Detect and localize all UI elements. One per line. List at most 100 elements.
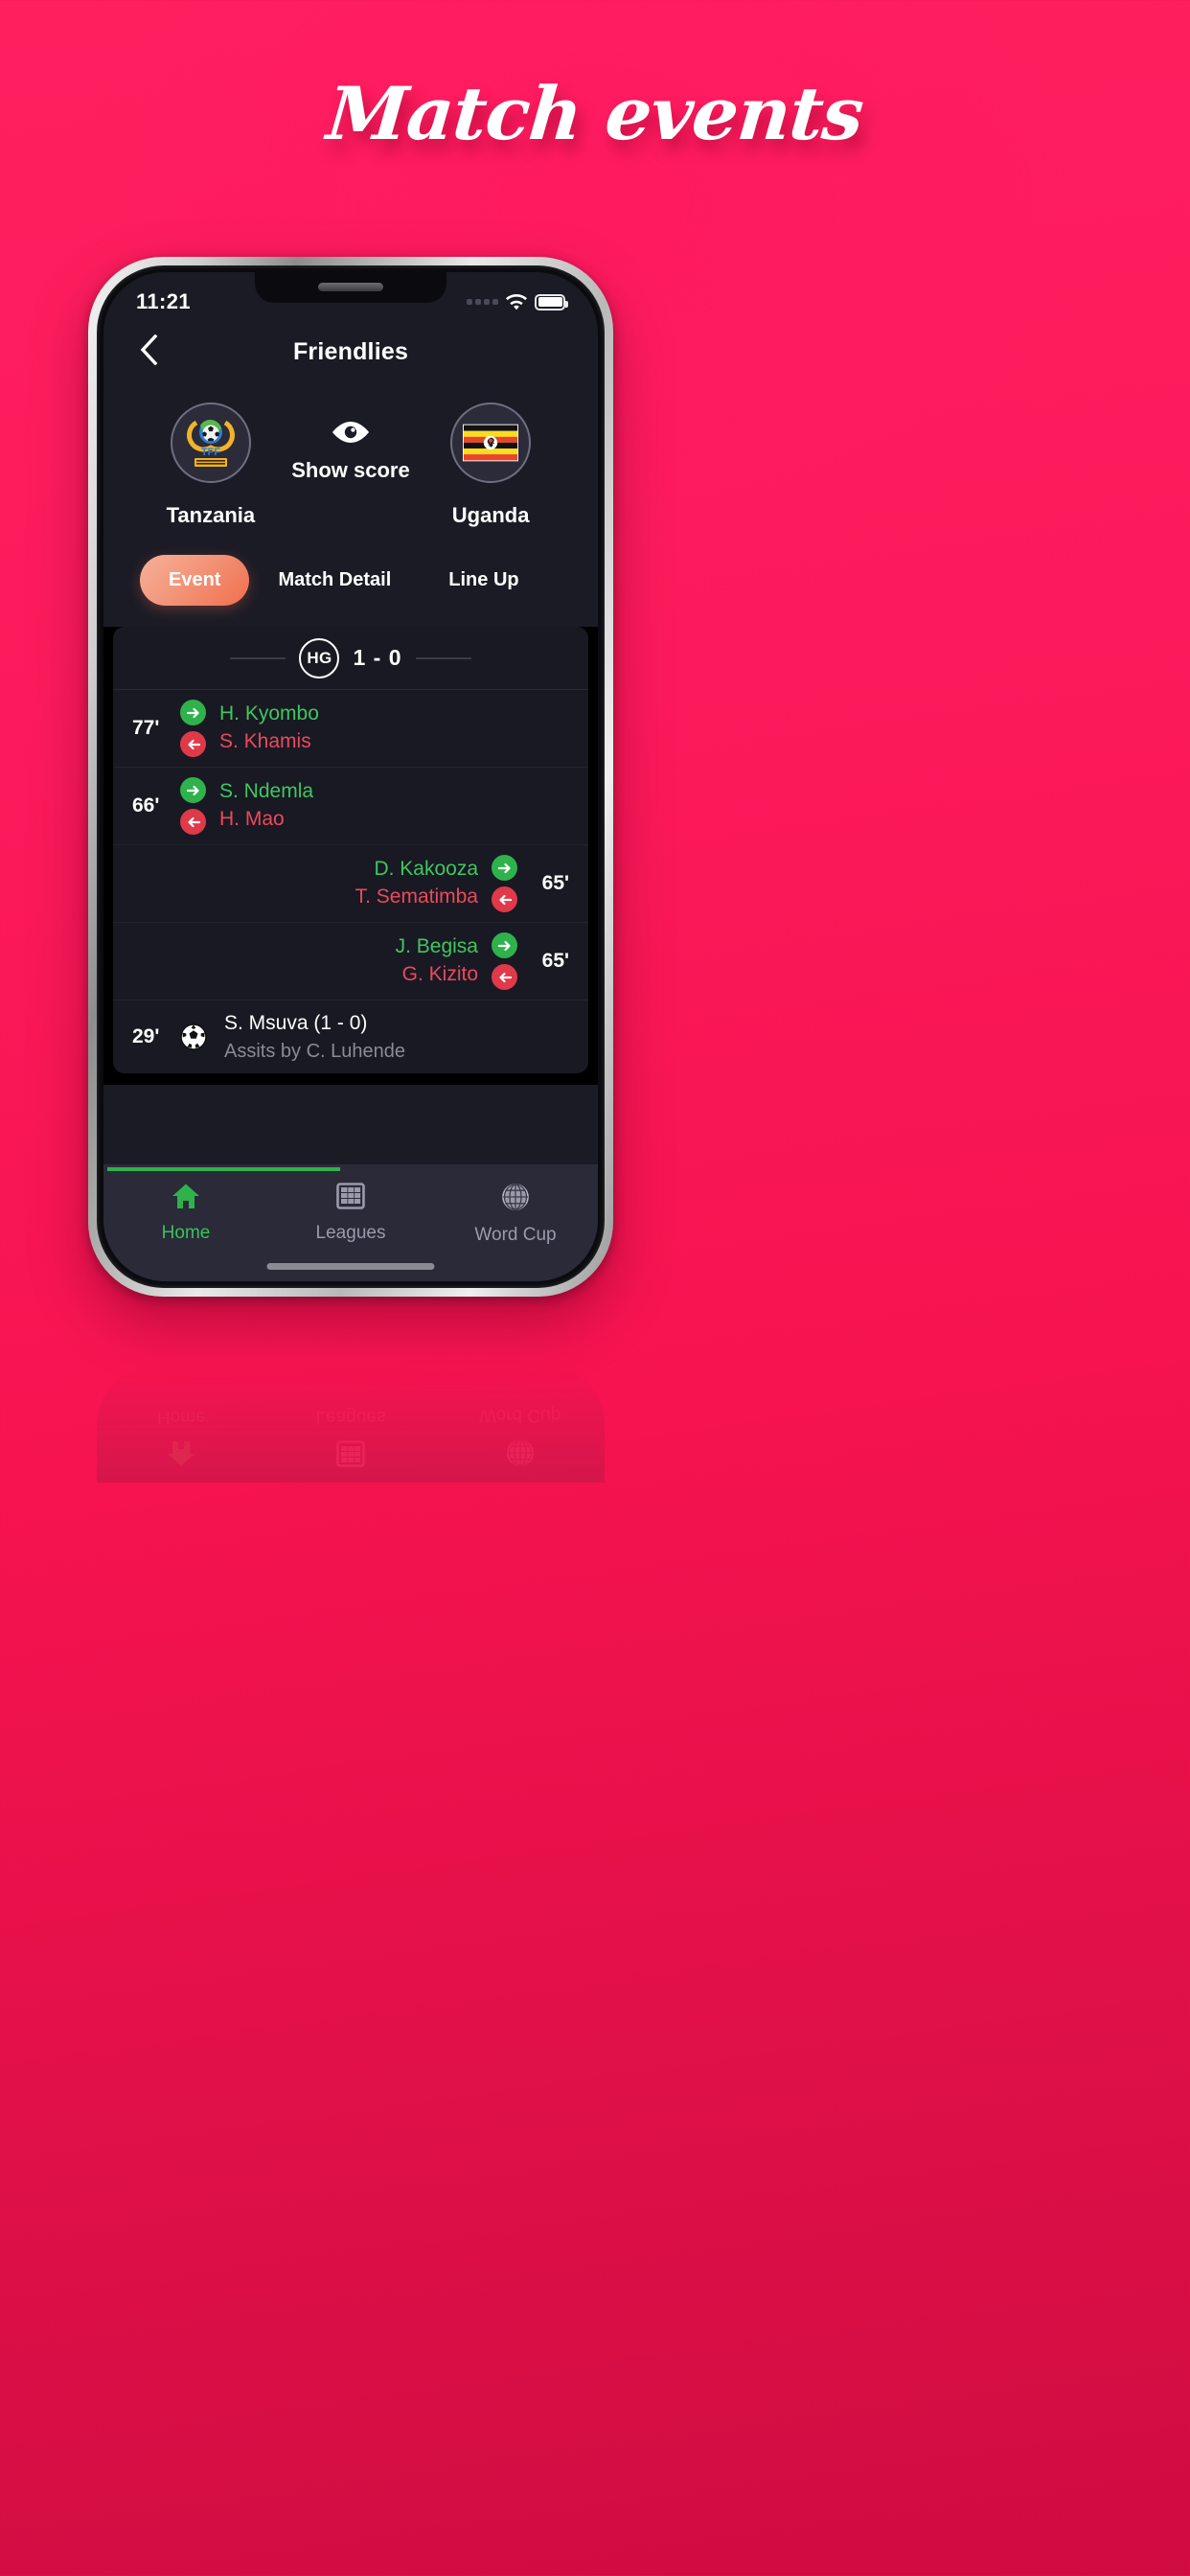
score-value: 1 - 0 bbox=[353, 645, 402, 670]
event-minute: 66' bbox=[132, 794, 160, 816]
event-players: J. Begisa G. Kizito bbox=[396, 935, 478, 987]
wifi-icon bbox=[506, 293, 527, 310]
player-out-name: T. Sematimba bbox=[355, 886, 478, 908]
reflection-nav-item-home: Home bbox=[97, 1366, 266, 1467]
score-divider-left bbox=[230, 656, 286, 659]
globe-icon bbox=[501, 1183, 530, 1216]
battery-full-icon bbox=[535, 293, 568, 310]
reflection-nav-item-leagues: Leagues bbox=[266, 1366, 436, 1467]
phone-screen: 11:21 Friendlies TFF Tanzania Show score… bbox=[103, 272, 598, 1281]
home-icon bbox=[172, 1183, 200, 1214]
status-bar-icons bbox=[467, 293, 568, 310]
table-row[interactable]: 29' S. Msuva (1 - 0) Assits by C. Luhend… bbox=[113, 1000, 588, 1073]
status-badge: HG bbox=[299, 637, 340, 678]
table-row[interactable]: D. Kakooza T. Sematimba 65' bbox=[113, 845, 588, 923]
goal-text: S. Msuva (1 - 0) Assits by C. Luhende bbox=[224, 1010, 405, 1063]
goal-assist: Assits by C. Luhende bbox=[224, 1040, 405, 1062]
table-row[interactable]: 66' S. Ndemla H. Mao bbox=[113, 768, 588, 845]
reflection-nav: Home Leagues Word Cup bbox=[97, 1366, 605, 1483]
player-in-name: H. Kyombo bbox=[219, 702, 319, 725]
player-out-name: S. Khamis bbox=[219, 730, 311, 752]
event-players: H. Kyombo S. Khamis bbox=[219, 702, 319, 754]
home-icon bbox=[167, 1436, 195, 1467]
table-row[interactable]: 77' H. Kyombo S. Khamis bbox=[113, 690, 588, 768]
nav-item-home[interactable]: Home bbox=[103, 1183, 268, 1281]
svg-text:TFF: TFF bbox=[201, 447, 220, 458]
event-body: J. Begisa G. Kizito bbox=[396, 932, 517, 990]
arrow-left-circle-icon bbox=[492, 964, 517, 990]
globe-icon bbox=[506, 1434, 535, 1467]
tab-line-up[interactable]: Line Up bbox=[420, 555, 547, 606]
event-minute: 77' bbox=[132, 717, 160, 739]
nav-label-leagues: Leagues bbox=[315, 1223, 386, 1243]
eye-icon bbox=[272, 420, 430, 449]
reflection-nav-item-word-cup: Word Cup bbox=[435, 1366, 605, 1467]
nav-label-home: Home bbox=[161, 1223, 211, 1243]
phone-reflection: Home Leagues Word Cup bbox=[88, 1366, 613, 1586]
arrow-right-circle-icon bbox=[492, 855, 517, 881]
event-body: D. Kakooza T. Sematimba bbox=[355, 855, 517, 912]
away-team[interactable]: Uganda bbox=[429, 402, 552, 528]
bottom-navigation: Home Leagues Word Cup bbox=[103, 1164, 598, 1281]
nav-progress-indicator bbox=[107, 1167, 340, 1171]
table-grid-icon bbox=[336, 1183, 365, 1214]
tanzania-tff-crest-icon: TFF bbox=[170, 402, 251, 483]
poster-title: Match events bbox=[323, 71, 867, 156]
home-team[interactable]: TFF Tanzania bbox=[149, 402, 272, 528]
goal-body: S. Msuva (1 - 0) Assits by C. Luhende bbox=[180, 1010, 405, 1063]
arrow-right-circle-icon bbox=[180, 700, 206, 725]
table-grid-icon bbox=[336, 1436, 365, 1467]
reflection-label-word-cup: Word Cup bbox=[479, 1405, 561, 1425]
player-in-name: S. Ndemla bbox=[219, 780, 314, 803]
nav-label-word-cup: Word Cup bbox=[474, 1225, 557, 1245]
arrow-right-circle-icon bbox=[180, 777, 206, 803]
status-bar: 11:21 bbox=[103, 272, 598, 322]
status-bar-time: 11:21 bbox=[136, 289, 192, 313]
nav-item-word-cup[interactable]: Word Cup bbox=[433, 1183, 598, 1281]
goal-scorer: S. Msuva (1 - 0) bbox=[224, 1012, 368, 1035]
phone-bezel: 11:21 Friendlies TFF Tanzania Show score… bbox=[97, 265, 605, 1288]
home-indicator[interactable] bbox=[266, 1263, 435, 1270]
show-score-toggle[interactable]: Show score bbox=[272, 402, 430, 483]
table-row[interactable]: J. Begisa G. Kizito 65' bbox=[113, 923, 588, 1000]
uganda-flag-icon bbox=[450, 402, 532, 483]
tab-bar: Event Match Detail Line Up bbox=[103, 528, 598, 606]
reflection-label-home: Home bbox=[156, 1407, 206, 1427]
arrow-left-circle-icon bbox=[180, 809, 206, 835]
event-body: H. Kyombo S. Khamis bbox=[180, 700, 319, 757]
app-header: Friendlies bbox=[103, 322, 598, 381]
phone-mockup: 11:21 Friendlies TFF Tanzania Show score… bbox=[88, 257, 613, 1297]
tab-match-detail[interactable]: Match Detail bbox=[249, 555, 420, 606]
event-icons bbox=[180, 777, 206, 835]
events-card: HG 1 - 0 77' H. Kyombo S. Khamis 66' S. … bbox=[113, 627, 588, 1073]
event-minute: 29' bbox=[132, 1025, 160, 1047]
page-title: Friendlies bbox=[292, 337, 409, 365]
event-body: S. Ndemla H. Mao bbox=[180, 777, 313, 835]
teams-row: TFF Tanzania Show score Uganda bbox=[103, 381, 598, 528]
event-icons bbox=[492, 855, 517, 912]
arrow-left-circle-icon bbox=[492, 886, 517, 912]
score-divider-right bbox=[415, 656, 471, 659]
show-score-label: Show score bbox=[291, 458, 410, 482]
event-players: S. Ndemla H. Mao bbox=[219, 780, 313, 832]
arrow-right-circle-icon bbox=[492, 932, 517, 958]
player-in-name: J. Begisa bbox=[395, 935, 478, 958]
event-minute: 65' bbox=[541, 950, 569, 972]
player-out-name: G. Kizito bbox=[401, 963, 478, 985]
away-team-name: Uganda bbox=[451, 503, 530, 527]
event-minute: 65' bbox=[541, 872, 569, 894]
tab-event[interactable]: Event bbox=[140, 555, 250, 606]
score-header: HG 1 - 0 bbox=[113, 627, 588, 690]
events-panel: HG 1 - 0 77' H. Kyombo S. Khamis 66' S. … bbox=[103, 627, 598, 1085]
event-players: D. Kakooza T. Sematimba bbox=[355, 858, 478, 909]
arrow-left-circle-icon bbox=[180, 731, 206, 757]
signal-dots-icon bbox=[467, 299, 498, 305]
reflection-nav-items: Home Leagues Word Cup bbox=[97, 1366, 605, 1483]
player-out-name: H. Mao bbox=[219, 808, 285, 830]
event-icons bbox=[492, 932, 517, 990]
reflection-label-leagues: Leagues bbox=[315, 1407, 386, 1427]
home-team-name: Tanzania bbox=[166, 503, 256, 527]
player-in-name: D. Kakooza bbox=[374, 858, 478, 881]
football-ball-icon bbox=[180, 1024, 207, 1050]
event-icons bbox=[180, 700, 206, 757]
